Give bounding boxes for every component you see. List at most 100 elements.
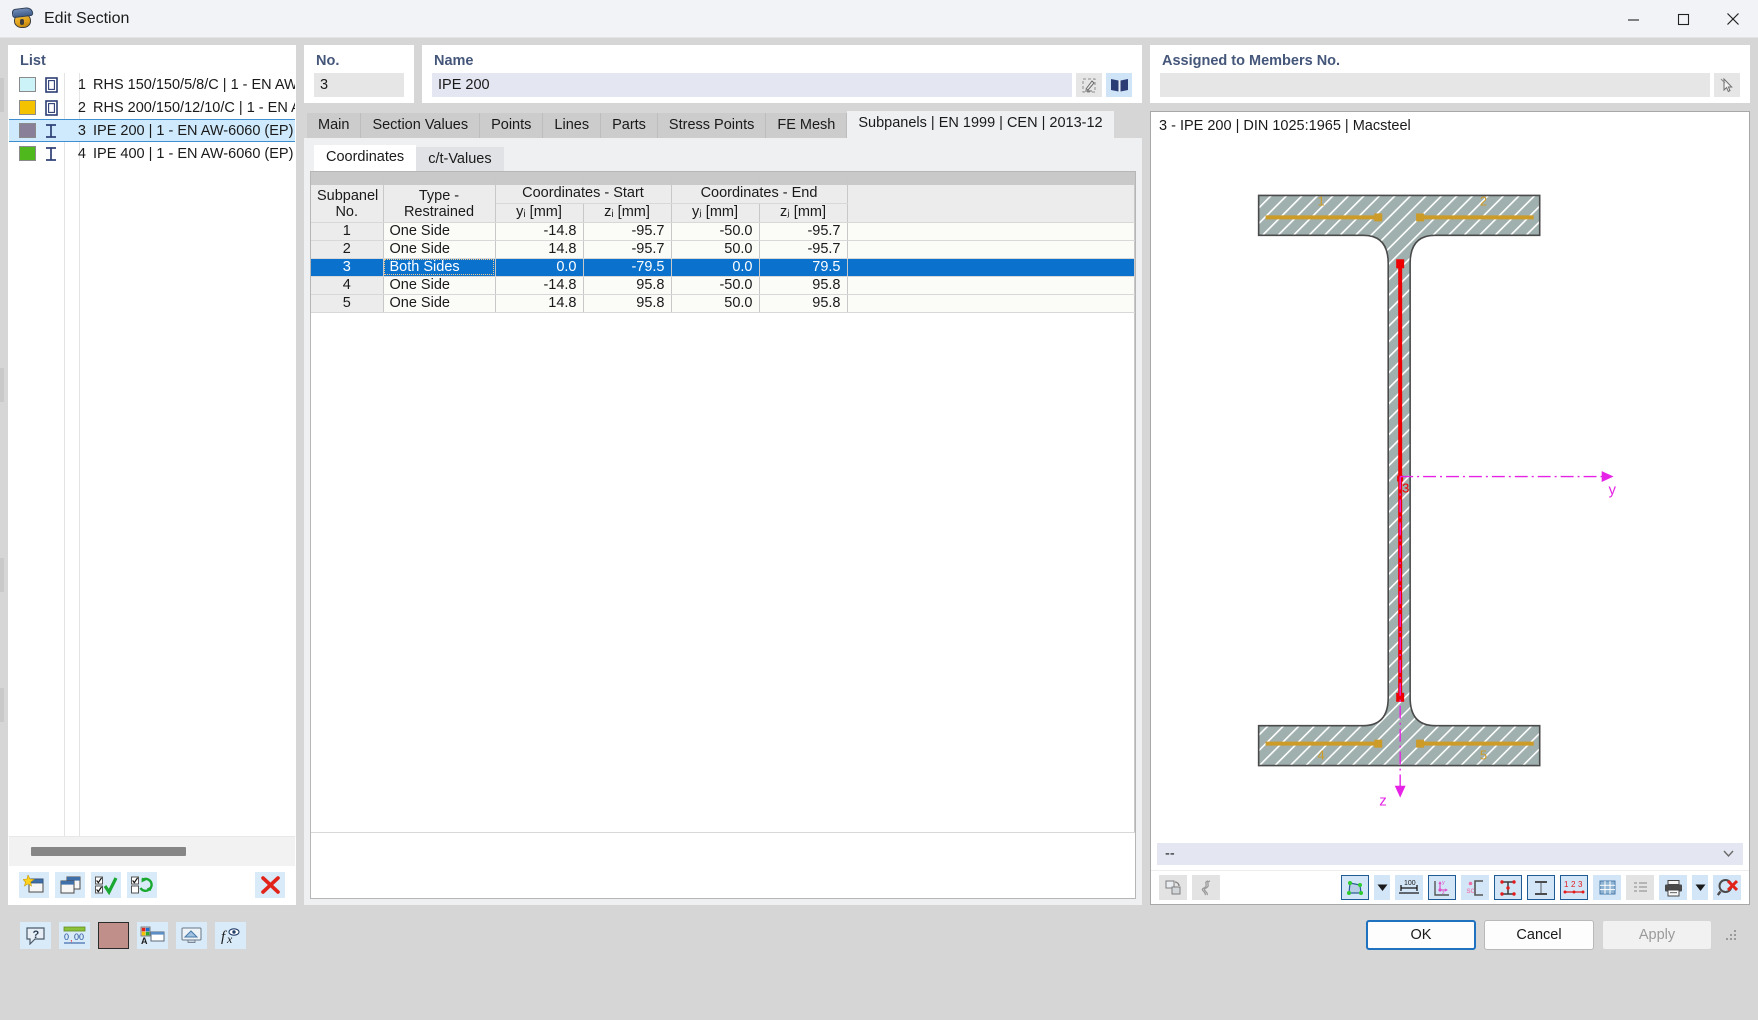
- list-item-selected[interactable]: 3 IPE 200 | 1 - EN AW-6060 (EP) T66: [9, 119, 295, 142]
- section-library-book-icon[interactable]: [1106, 73, 1132, 97]
- list-horizontal-scrollbar[interactable]: [9, 836, 295, 866]
- cell-zi[interactable]: -95.7: [583, 222, 672, 241]
- chevron-down-icon[interactable]: [1692, 875, 1708, 900]
- screen-view-icon[interactable]: [176, 921, 207, 949]
- numbering-123-icon[interactable]: 1 2 3: [1560, 875, 1588, 900]
- help-balloon-icon[interactable]: ?: [20, 921, 51, 949]
- cell-yj[interactable]: 50.0: [671, 294, 760, 313]
- table-row[interactable]: 2 One Side 14.8 -95.7 50.0 -95.7: [311, 240, 1135, 259]
- table-row[interactable]: 4 One Side -14.8 95.8 -50.0 95.8: [311, 276, 1135, 295]
- shear-center-sc-icon[interactable]: sc: [1461, 875, 1489, 900]
- cell-yi[interactable]: 14.8: [495, 240, 584, 259]
- subtab-ct-values[interactable]: c/t-Values: [416, 147, 504, 171]
- cell-zi[interactable]: -95.7: [583, 240, 672, 259]
- subtab-coordinates[interactable]: Coordinates: [314, 145, 417, 171]
- polygon-nodes-icon[interactable]: [1341, 875, 1369, 900]
- cell-zi[interactable]: 95.8: [583, 276, 672, 295]
- cell-zi[interactable]: 95.8: [583, 294, 672, 313]
- svg-text:3: 3: [1578, 880, 1583, 889]
- header-yj: yⱼ [mm]: [671, 203, 760, 223]
- mesh-grid-icon[interactable]: [1593, 875, 1621, 900]
- cell-zj[interactable]: -95.7: [759, 222, 848, 241]
- cell-type[interactable]: One Side: [383, 222, 496, 241]
- header-line2: No.: [335, 203, 359, 220]
- maximize-button[interactable]: [1658, 0, 1708, 38]
- resize-grip[interactable]: [1724, 928, 1738, 942]
- table-row[interactable]: 1 One Side -14.8 -95.7 -50.0 -95.7: [311, 222, 1135, 241]
- list-item[interactable]: 2 RHS 200/150/12/10/C | 1 - EN AW-6: [9, 96, 295, 119]
- scrollbar-thumb[interactable]: [31, 847, 186, 856]
- subpanels-table[interactable]: Subpanel No. Type - Restrained Coordinat…: [310, 171, 1136, 899]
- color-swatch-icon: [19, 77, 36, 92]
- stress-points-icon[interactable]: [1494, 875, 1522, 900]
- assigned-members-input[interactable]: [1160, 73, 1710, 97]
- cell-yi[interactable]: -14.8: [495, 222, 584, 241]
- cell-zj[interactable]: 95.8: [759, 294, 848, 313]
- magnifier-red-x-icon[interactable]: [1713, 875, 1741, 900]
- list-item[interactable]: 4 IPE 400 | 1 - EN AW-6060 (EP) T66: [9, 142, 295, 165]
- tab-lines[interactable]: Lines: [543, 113, 602, 138]
- ok-button[interactable]: OK: [1366, 920, 1476, 950]
- close-button[interactable]: [1708, 0, 1758, 38]
- band-cell: [495, 172, 584, 185]
- cell-yj[interactable]: -50.0: [671, 222, 760, 241]
- cell-zj[interactable]: -95.7: [759, 240, 848, 259]
- palette-window-icon[interactable]: A: [137, 921, 168, 949]
- invert-selection-button[interactable]: [127, 872, 157, 898]
- printer-icon[interactable]: [1659, 875, 1687, 900]
- tab-parts[interactable]: Parts: [601, 113, 658, 138]
- cell-yj[interactable]: 50.0: [671, 240, 760, 259]
- cell-yj[interactable]: -50.0: [671, 276, 760, 295]
- select-all-button[interactable]: [91, 872, 121, 898]
- tab-stress-points[interactable]: Stress Points: [657, 113, 767, 138]
- cell-type[interactable]: One Side: [383, 294, 496, 313]
- fx-eye-icon[interactable]: f x: [215, 921, 246, 949]
- window-edge-ticks: [0, 38, 6, 1020]
- cell-type[interactable]: One Side: [383, 240, 496, 259]
- cell-yi[interactable]: 14.8: [495, 294, 584, 313]
- render-solid-icon[interactable]: [1159, 875, 1187, 900]
- table-row[interactable]: 5 One Side 14.8 95.8 50.0 95.8: [311, 294, 1135, 313]
- tab-fe-mesh[interactable]: FE Mesh: [766, 113, 848, 138]
- copy-section-button[interactable]: [55, 872, 85, 898]
- cell-zj[interactable]: 79.5: [759, 258, 848, 277]
- local-axes-icon[interactable]: y z: [1428, 875, 1456, 900]
- cell-zj[interactable]: 95.8: [759, 276, 848, 295]
- tab-section-values[interactable]: Section Values: [361, 113, 481, 138]
- list-toolbar: [9, 866, 295, 904]
- cell-zi[interactable]: -79.5: [583, 258, 672, 277]
- minimize-button[interactable]: [1608, 0, 1658, 38]
- left-column: List 1 RHS 150/150/5/8/C | 1 - EN AW-606: [8, 45, 296, 905]
- header-coordinates-end: Coordinates - End: [671, 184, 848, 204]
- table-row-selected[interactable]: 3 Both Sides 0.0 -79.5 0.0 79.5: [311, 258, 1135, 277]
- outline-curve-icon[interactable]: [1192, 875, 1220, 900]
- cell-yi[interactable]: -14.8: [495, 276, 584, 295]
- section-list[interactable]: 1 RHS 150/150/5/8/C | 1 - EN AW-606 2 RH…: [9, 73, 295, 836]
- tab-points[interactable]: Points: [480, 113, 544, 138]
- tab-main[interactable]: Main: [307, 113, 362, 138]
- list-item-number: 1: [77, 76, 86, 93]
- parts-i-icon[interactable]: [1527, 875, 1555, 900]
- color-swatch-button[interactable]: [98, 921, 129, 949]
- dimension-100-icon[interactable]: 100: [1395, 875, 1423, 900]
- color-swatch-icon: [19, 100, 36, 115]
- list-item[interactable]: 1 RHS 150/150/5/8/C | 1 - EN AW-606: [9, 73, 295, 96]
- cancel-button[interactable]: Cancel: [1484, 920, 1594, 950]
- cell-yi[interactable]: 0.0: [495, 258, 584, 277]
- table-band-row: [311, 172, 1135, 185]
- chevron-down-icon[interactable]: [1374, 875, 1390, 900]
- edit-pencil-icon[interactable]: [1076, 73, 1102, 97]
- cell-type[interactable]: Both Sides: [383, 258, 496, 277]
- decimal-000-icon[interactable]: 0 , 00: [59, 921, 90, 949]
- pick-cursor-icon[interactable]: [1714, 73, 1740, 97]
- section-drawing[interactable]: 1 2 4 5 3 y z: [1151, 134, 1749, 843]
- section-name-input[interactable]: IPE 200: [432, 73, 1072, 97]
- cell-type[interactable]: One Side: [383, 276, 496, 295]
- new-section-button[interactable]: [19, 872, 49, 898]
- viewer-display-combo[interactable]: --: [1157, 843, 1743, 865]
- list-item-label: IPE 400 | 1 - EN AW-6060 (EP) T66: [93, 145, 295, 162]
- cell-yj[interactable]: 0.0: [671, 258, 760, 277]
- table-list-icon[interactable]: [1626, 875, 1654, 900]
- tab-subpanels[interactable]: Subpanels | EN 1999 | CEN | 2013-12: [847, 111, 1114, 138]
- delete-section-button[interactable]: [255, 872, 285, 898]
